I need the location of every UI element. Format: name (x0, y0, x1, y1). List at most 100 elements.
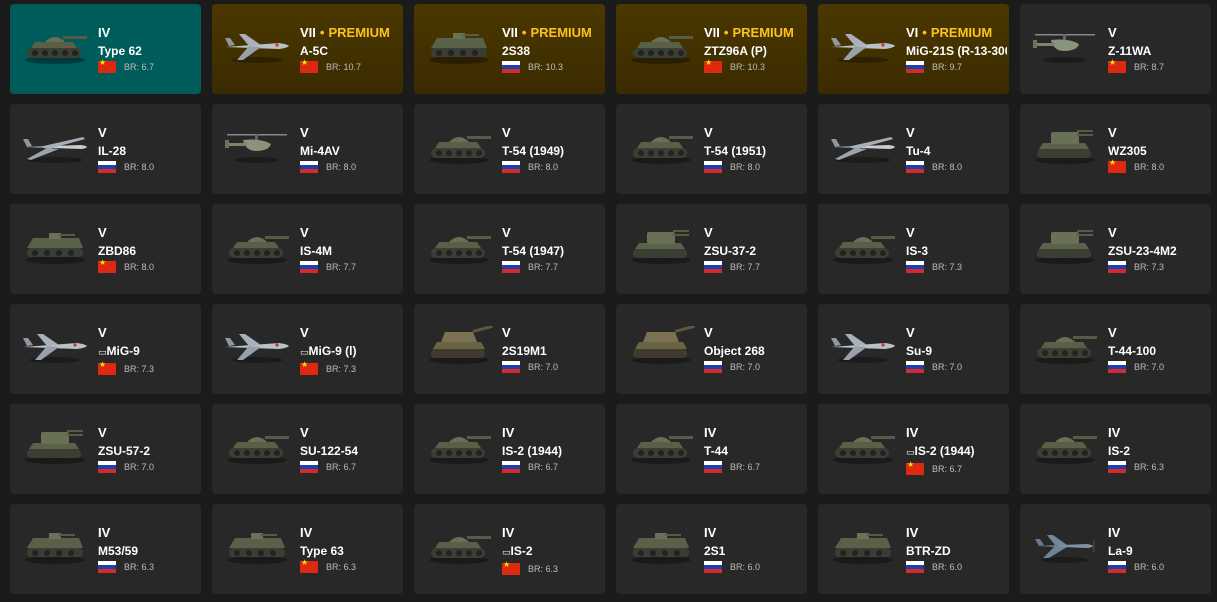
battle-rating: BR: 7.0 (124, 462, 155, 472)
tier-label: IV (1108, 525, 1121, 540)
country-marker-icon: ▭ (906, 448, 915, 458)
vehicle-card[interactable]: V IS-3 BR: 7.3 (818, 204, 1009, 294)
vehicle-card[interactable]: V WZ305 BR: 8.0 (1020, 104, 1211, 194)
vehicle-card[interactable]: IV BTR-ZD BR: 6.0 (818, 504, 1009, 594)
tier-label: IV (704, 525, 717, 540)
vehicle-card[interactable]: IV IS-2 BR: 6.3 (1020, 404, 1211, 494)
vehicle-card[interactable]: IV ▭IS-2 (1944) BR: 6.7 (818, 404, 1009, 494)
vehicle-card[interactable]: V IL-28 BR: 8.0 (10, 104, 201, 194)
vehicle-name-row: MiG-21S (R-13-300) (906, 44, 1007, 58)
vehicle-card[interactable]: IV M53/59 BR: 6.3 (10, 504, 201, 594)
vehicle-name-row: IS-3 (906, 244, 1007, 258)
vehicle-card[interactable]: V ZBD86 BR: 8.0 (10, 204, 201, 294)
vehicle-info: V T-44-100 BR: 7.0 (1108, 325, 1209, 373)
vehicle-name: WZ305 (1108, 144, 1147, 158)
vehicle-card[interactable]: V Mi-4AV BR: 8.0 (212, 104, 403, 194)
vehicle-name: 2S1 (704, 544, 726, 558)
battle-rating: BR: 7.7 (730, 262, 761, 272)
vehicle-info: IV BTR-ZD BR: 6.0 (906, 525, 1007, 573)
ifv-vehicle-icon (16, 220, 94, 272)
vehicle-name: IS-2 (510, 544, 533, 558)
vehicle-card[interactable]: V Su-9 BR: 7.0 (818, 304, 1009, 394)
vehicle-info: VII•PREMIUM ZTZ96A (P) BR: 10.3 (704, 25, 805, 73)
vehicle-info: V Su-9 BR: 7.0 (906, 325, 1007, 373)
tier-label: V (300, 125, 309, 140)
vehicle-info: V ▭MiG-9 (l) BR: 7.3 (300, 325, 401, 375)
vehicle-meta: BR: 7.0 (98, 461, 199, 473)
vehicle-card[interactable]: IV ▭IS-2 BR: 6.3 (414, 504, 605, 594)
tier-label: V (906, 125, 915, 140)
spaa-vehicle-icon (1026, 220, 1104, 272)
vehicle-card[interactable]: V ZSU-23-4M2 BR: 7.3 (1020, 204, 1211, 294)
vehicle-card[interactable]: V T-44-100 BR: 7.0 (1020, 304, 1211, 394)
vehicle-card[interactable]: V ZSU-37-2 BR: 7.7 (616, 204, 807, 294)
vehicle-name-row: T-54 (1947) (502, 244, 603, 258)
battle-rating: BR: 10.3 (528, 62, 564, 72)
vehicle-card[interactable]: IV Type 62 BR: 6.7 (10, 4, 201, 94)
vehicle-name-row: ZSU-37-2 (704, 244, 805, 258)
vehicle-tier: VII • PREMIUM (300, 25, 401, 40)
vehicle-card[interactable]: V T-54 (1947) BR: 7.7 (414, 204, 605, 294)
vehicle-card[interactable]: V Object 268 BR: 7.0 (616, 304, 807, 394)
vehicle-card[interactable]: IV La-9 BR: 6.0 (1020, 504, 1211, 594)
vehicle-card[interactable]: VII • PREMIUM 2S38 BR: 10.3 (414, 4, 605, 94)
vehicle-tier: V (300, 225, 401, 240)
vehicle-tier: IV (300, 525, 401, 540)
vehicle-card[interactable]: VII•PREMIUM A-5C BR: 10.7 (212, 4, 403, 94)
ussr-flag-icon (502, 61, 520, 73)
china-flag-icon (98, 360, 116, 375)
vehicle-tier: IV (98, 525, 199, 540)
vehicle-name: T-54 (1949) (502, 144, 565, 158)
vehicle-card[interactable]: IV IS-2 (1944) BR: 6.7 (414, 404, 605, 494)
battle-rating: BR: 10.3 (730, 62, 766, 72)
vehicle-name: Object 268 (704, 344, 765, 358)
vehicle-name-row: T-44 (704, 444, 805, 458)
vehicle-info: V IS-4M BR: 7.7 (300, 225, 401, 273)
vehicle-card[interactable]: V Tu-4 BR: 8.0 (818, 104, 1009, 194)
vehicle-card[interactable]: V SU-122-54 BR: 6.7 (212, 404, 403, 494)
vehicle-name-row: A-5C (300, 44, 401, 58)
vehicle-card[interactable]: V 2S19M1 BR: 7.0 (414, 304, 605, 394)
tier-label: IV (98, 525, 111, 540)
vehicle-meta: BR: 6.7 (98, 58, 199, 73)
tank-vehicle-icon (420, 120, 498, 172)
china-flag-icon (98, 58, 116, 73)
vehicle-card[interactable]: VI • PREMIUM MiG-21S (R-13-300) BR: 9.7 (818, 4, 1009, 94)
tier-label: V (502, 325, 511, 340)
vehicle-info: V ZSU-23-4M2 BR: 7.3 (1108, 225, 1209, 273)
vehicle-name-row: Type 63 (300, 544, 401, 558)
vehicle-name-row: Object 268 (704, 344, 805, 358)
vehicle-card[interactable]: IV T-44 BR: 6.7 (616, 404, 807, 494)
vehicle-card[interactable]: V ▭MiG-9 (l) BR: 7.3 (212, 304, 403, 394)
vehicle-meta: BR: 7.3 (98, 360, 199, 375)
vehicle-tier: V (1108, 225, 1209, 240)
vehicle-card[interactable]: IV Type 63 BR: 6.3 (212, 504, 403, 594)
vehicle-tier: IV (502, 525, 603, 540)
vehicle-card[interactable]: V Z-11WA BR: 8.7 (1020, 4, 1211, 94)
vehicle-card[interactable]: V IS-4M BR: 7.7 (212, 204, 403, 294)
premium-label: PREMIUM (328, 25, 390, 40)
vehicle-tier: VI • PREMIUM (906, 25, 1007, 40)
china-flag-icon (300, 558, 318, 573)
vehicle-meta: BR: 6.3 (1108, 461, 1209, 473)
jet-vehicle-icon (218, 20, 296, 72)
vehicle-info: IV La-9 BR: 6.0 (1108, 525, 1209, 573)
battle-rating: BR: 8.0 (124, 162, 155, 172)
jet-vehicle-icon (824, 320, 902, 372)
vehicle-card[interactable]: V ▭MiG-9 BR: 7.3 (10, 304, 201, 394)
battle-rating: BR: 6.0 (730, 562, 761, 572)
vehicle-name: IS-2 (1944) (502, 444, 563, 458)
vehicle-card[interactable]: V ZSU-57-2 BR: 7.0 (10, 404, 201, 494)
vehicle-meta: BR: 7.3 (300, 360, 401, 375)
vehicle-tier: V (704, 225, 805, 240)
spg-vehicle-icon (420, 320, 498, 372)
tier-label: IV (300, 525, 313, 540)
vehicle-meta: BR: 8.0 (1108, 158, 1209, 173)
vehicle-card[interactable]: VII•PREMIUM ZTZ96A (P) BR: 10.3 (616, 4, 807, 94)
vehicle-card[interactable]: V T-54 (1951) BR: 8.0 (616, 104, 807, 194)
country-marker-icon: ▭ (300, 348, 309, 358)
vehicle-card[interactable]: V T-54 (1949) BR: 8.0 (414, 104, 605, 194)
vehicle-info: V WZ305 BR: 8.0 (1108, 125, 1209, 173)
battle-rating: BR: 6.7 (528, 462, 559, 472)
vehicle-card[interactable]: IV 2S1 BR: 6.0 (616, 504, 807, 594)
